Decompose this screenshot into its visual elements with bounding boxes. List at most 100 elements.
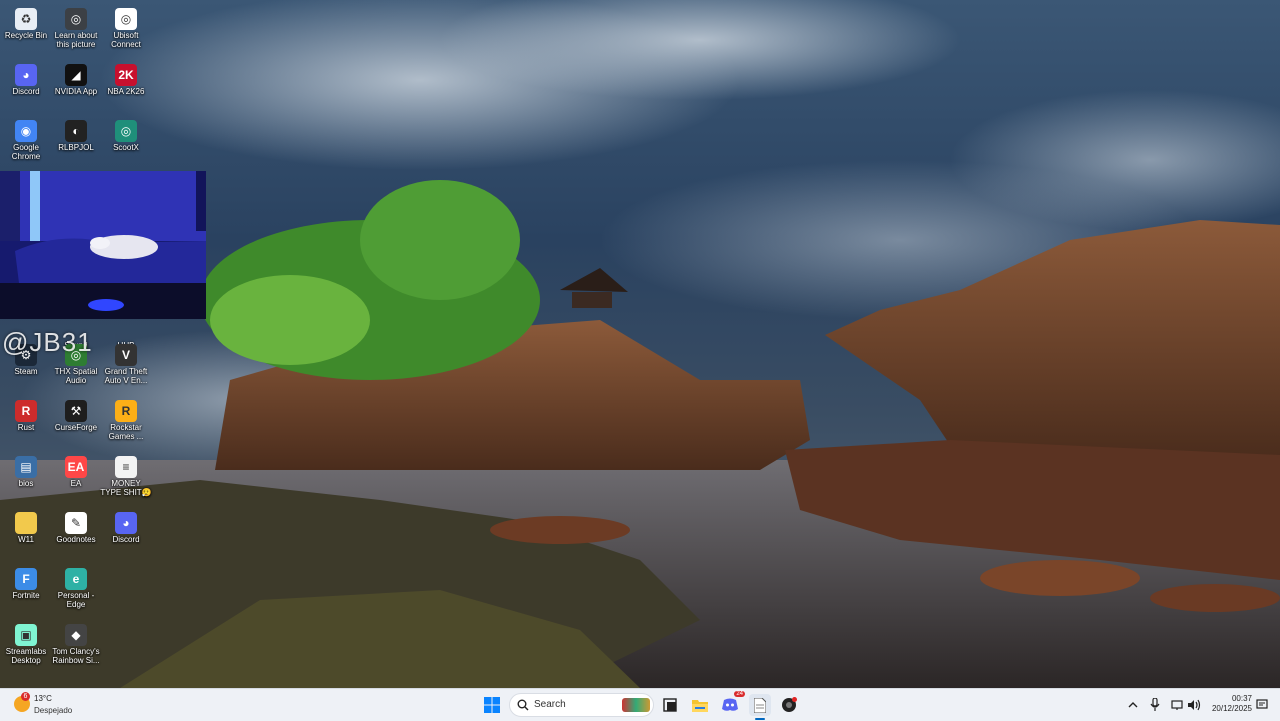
desktop-icon-bios[interactable]: ▤ bios [0, 454, 52, 488]
desktop-icon-recycle-bin[interactable]: ♻ Recycle Bin [0, 6, 52, 40]
desktop-icon-label: Learn about this picture [54, 31, 98, 49]
tray-notifications[interactable] [1254, 694, 1270, 716]
tray-overflow-button[interactable] [1124, 694, 1142, 716]
desktop-icon-discord[interactable]: ◕ Discord [100, 510, 152, 544]
taskbar-file-explorer[interactable] [689, 694, 711, 716]
notification-icon [1256, 699, 1268, 709]
desktop-icon-label: Tom Clancy's Rainbow Si... [52, 647, 100, 665]
desktop-icon-label: Rust [17, 423, 35, 432]
desktop-icon-rockstar[interactable]: R Rockstar Games ... [100, 398, 152, 441]
ea-icon: EA [65, 456, 87, 478]
taskbar-search[interactable]: Search [509, 693, 654, 717]
taskbar-app[interactable] [778, 694, 800, 716]
desktop-icon-rust[interactable]: R Rust [0, 398, 52, 432]
discord-icon: ◕ [115, 512, 137, 534]
desktop-icon-label: EA [70, 479, 82, 488]
desktop-icon-label: NVIDIA App [54, 87, 98, 96]
desktop-icon-label: Discord [12, 87, 40, 96]
nvidia-icon: ◢ [65, 64, 87, 86]
edge-icon: e [65, 568, 87, 590]
clock-date: 20/12/2025 [1211, 704, 1252, 713]
chrome-icon: ◉ [15, 120, 37, 142]
desktop-icon-label: bios [18, 479, 34, 488]
discord-icon: ◕ [15, 64, 37, 86]
desktop-icon-label: THX Spatial Audio [54, 367, 98, 385]
gta-icon: V [115, 344, 137, 366]
nba2k-icon: 2K [115, 64, 137, 86]
fortnite-icon: F [15, 568, 37, 590]
desktop-icon-rlbp[interactable]: ◐ RLBPJOL [50, 118, 102, 152]
microphone-icon [1150, 698, 1160, 711]
desktop-icon-label: MONEY TYPE SHIT😮‍💨 [100, 479, 152, 497]
discord-badge: 24 [734, 691, 745, 697]
desktop-icon-label: Ubisoft Connect [111, 31, 141, 49]
goodnotes-icon: ✎ [65, 512, 87, 534]
scoot-icon: ◎ [115, 120, 137, 142]
weather-badge: 6 [21, 692, 30, 701]
bios-icon: ▤ [15, 456, 37, 478]
folder-icon [15, 512, 37, 534]
chevron-up-icon [1128, 702, 1138, 708]
weather-condition: Despejado [34, 706, 73, 715]
desktop-icon-folder[interactable]: W11 [0, 510, 52, 544]
rockstar-icon: R [115, 400, 137, 422]
file-explorer-icon [692, 700, 708, 712]
taskbar: 6 13°C Despejado Search 24 00:37 20/12/2… [0, 688, 1280, 721]
stream-watermark: @JB31 [2, 327, 93, 357]
desktop-icon-label: Goodnotes [56, 535, 96, 544]
network-icon [1171, 700, 1183, 710]
desktop-icon-label: Rockstar Games ... [108, 423, 144, 441]
desktop-icon-gta[interactable]: V Grand Theft Auto V En... [100, 342, 152, 385]
desktop-icon-nba2k[interactable]: 2K NBA 2K26 [100, 62, 152, 96]
camera-icon: ◎ [65, 8, 87, 30]
tray-quick-settings[interactable] [1166, 694, 1206, 716]
desktop-icon-label: Discord [112, 535, 140, 544]
desktop-icon-label: W11 [18, 535, 34, 544]
tray-microphone[interactable] [1146, 694, 1164, 716]
desktop-icon-rainbow-six[interactable]: ◆ Tom Clancy's Rainbow Si... [50, 622, 102, 665]
weather-widget[interactable]: 6 13°C Despejado [12, 692, 102, 718]
desktop-icon-label: Grand Theft Auto V En... [104, 367, 148, 385]
tray-clock[interactable]: 00:37 20/12/2025 [1204, 694, 1252, 714]
desktop-icon-curseforge[interactable]: ⚒ CurseForge [50, 398, 102, 432]
desktop-icon-ea[interactable]: EA EA [50, 454, 102, 488]
desktop-icon-nvidia[interactable]: ◢ NVIDIA App [50, 62, 102, 96]
curseforge-icon: ⚒ [65, 400, 87, 422]
rust-icon: R [15, 400, 37, 422]
notepad-icon [754, 697, 766, 713]
taskbar-notepad[interactable] [749, 694, 771, 720]
streamlabs-icon: ▣ [15, 624, 37, 646]
desktop-icon-goodnotes[interactable]: ✎ Goodnotes [50, 510, 102, 544]
rainbow-six-icon: ◆ [65, 624, 87, 646]
desktop-icon-label: NBA 2K26 [107, 87, 145, 96]
ubisoft-icon: ◎ [115, 8, 137, 30]
desktop-icon-label: Personal - Edge [57, 591, 95, 609]
taskbar-task-view[interactable] [659, 694, 681, 716]
start-button[interactable] [481, 694, 503, 716]
start-icon [484, 697, 500, 713]
webcam-overlay [0, 171, 206, 319]
desktop-icon-fortnite[interactable]: F Fortnite [0, 566, 52, 600]
desktop-icon-edge[interactable]: e Personal - Edge [50, 566, 102, 609]
desktop-icon-label: Fortnite [12, 591, 40, 600]
search-placeholder: Search [534, 699, 566, 710]
clock-time: 00:37 [1231, 694, 1252, 703]
desktop-icon-ubisoft[interactable]: ◎ Ubisoft Connect [100, 6, 152, 49]
desktop-icon-chrome[interactable]: ◉ Google Chrome [0, 118, 52, 161]
app-icon [782, 697, 797, 712]
text-file-icon: ≡ [115, 456, 137, 478]
desktop-icon-text-file[interactable]: ≡ MONEY TYPE SHIT😮‍💨 [100, 454, 152, 497]
task-view-icon [663, 698, 677, 712]
desktop-icon-label: Google Chrome [11, 143, 41, 161]
desktop-icon-streamlabs[interactable]: ▣ Streamlabs Desktop [0, 622, 52, 665]
desktop-icon-camera[interactable]: ◎ Learn about this picture [50, 6, 102, 49]
desktop-icon-label: RLBPJOL [58, 143, 94, 152]
weather-temp: 13°C [34, 694, 52, 703]
desktop-icon-label: Streamlabs Desktop [5, 647, 47, 665]
desktop-icon-scoot[interactable]: ◎ ScootX [100, 118, 152, 152]
desktop-icon-discord[interactable]: ◕ Discord [0, 62, 52, 96]
desktop-icon-label: ScootX [113, 143, 139, 152]
discord-icon [722, 698, 738, 711]
taskbar-discord[interactable]: 24 [719, 691, 745, 716]
desktop-wallpaper [0, 0, 1280, 688]
